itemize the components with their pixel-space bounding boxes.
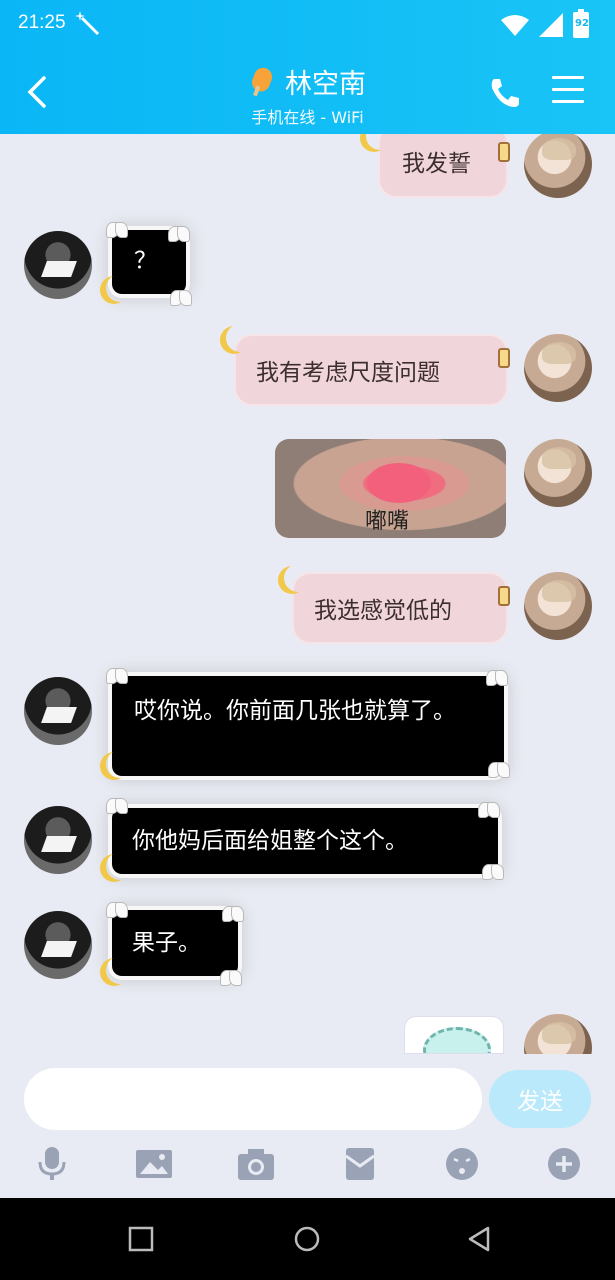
contact-avatar[interactable]: [24, 911, 92, 979]
lantern-icon: [498, 142, 510, 162]
bow-icon: [106, 222, 128, 238]
bow-icon: [222, 906, 244, 922]
nav-back-icon[interactable]: [464, 1224, 494, 1254]
message-text: 果子。: [132, 930, 201, 956]
moon-icon: [226, 324, 254, 352]
image-message[interactable]: 嘟嘴: [275, 439, 506, 538]
popsicle-icon: [252, 67, 273, 96]
bow-icon: [170, 290, 192, 306]
contact-avatar[interactable]: [24, 231, 92, 299]
my-avatar[interactable]: [524, 134, 592, 198]
bow-icon: [488, 762, 510, 778]
magic-wand-icon: [75, 11, 100, 36]
message-bubble[interactable]: 我发誓: [380, 134, 506, 196]
plus-icon[interactable]: [544, 1146, 584, 1182]
bow-icon: [106, 668, 128, 684]
message-bubble[interactable]: 你他妈后面给姐整个这个。: [112, 808, 498, 874]
message-text: 你他妈后面给姐整个这个。: [132, 828, 408, 854]
input-area: 发送: [0, 1054, 615, 1198]
bow-icon: [482, 864, 504, 880]
bow-icon: [220, 970, 242, 986]
message-input[interactable]: [24, 1068, 482, 1130]
my-avatar[interactable]: [524, 1014, 592, 1054]
message-text: 我发誓: [402, 151, 471, 177]
chat-area[interactable]: 我发誓 ？ 我有考虑尺度问题 嘟嘴 我选感觉低的 哎你说。你前面几张也就算了。 …: [0, 134, 615, 1054]
red-packet-icon[interactable]: [340, 1146, 380, 1182]
moon-icon: [106, 852, 134, 880]
bow-icon: [106, 902, 128, 918]
sticker-message[interactable]: [404, 1016, 504, 1054]
my-avatar[interactable]: [524, 334, 592, 402]
message-bubble[interactable]: 我选感觉低的: [294, 574, 506, 642]
my-avatar[interactable]: [524, 439, 592, 507]
bow-icon: [478, 802, 500, 818]
image-caption: 嘟嘴: [365, 509, 410, 534]
home-icon[interactable]: [292, 1224, 322, 1254]
message-text: 我选感觉低的: [314, 598, 452, 624]
top-bar: 21:25 92 林空南 手机在线 - WiFi: [0, 0, 615, 134]
chat-title-block[interactable]: 林空南 手机在线 - WiFi: [0, 62, 615, 128]
message-text: ？: [134, 248, 157, 274]
signal-icon: [539, 13, 563, 37]
recents-icon[interactable]: [126, 1224, 156, 1254]
status-icons: 92: [501, 9, 589, 38]
moon-icon: [106, 750, 134, 778]
message-text: 我有考虑尺度问题: [256, 360, 440, 386]
message-bubble[interactable]: 我有考虑尺度问题: [236, 336, 506, 404]
lips-picture: [367, 463, 431, 503]
image-icon[interactable]: [134, 1146, 174, 1182]
message-bubble[interactable]: 哎你说。你前面几张也就算了。: [112, 676, 504, 776]
moon-icon: [106, 956, 134, 984]
send-button[interactable]: 发送: [489, 1070, 591, 1128]
system-nav-bar: [0, 1198, 615, 1280]
lantern-icon: [498, 348, 510, 368]
contact-avatar[interactable]: [24, 677, 92, 745]
contact-avatar[interactable]: [24, 806, 92, 874]
bow-icon: [486, 670, 508, 686]
lantern-icon: [498, 586, 510, 606]
camera-icon[interactable]: [236, 1146, 276, 1182]
moon-icon: [284, 564, 312, 592]
status-time: 21:25: [18, 12, 66, 33]
wifi-icon: [501, 15, 529, 36]
message-text: 哎你说。你前面几张也就算了。: [134, 698, 456, 724]
contact-name: 林空南: [285, 69, 366, 100]
bow-icon: [168, 226, 190, 242]
menu-icon[interactable]: [552, 76, 584, 106]
microphone-icon[interactable]: [32, 1146, 72, 1182]
emoji-icon[interactable]: [442, 1146, 482, 1182]
bow-icon: [106, 798, 128, 814]
phone-icon[interactable]: [488, 76, 522, 110]
my-avatar[interactable]: [524, 572, 592, 640]
battery-icon: 92: [573, 9, 589, 38]
online-status: 手机在线 - WiFi: [251, 107, 364, 127]
moon-icon: [106, 274, 134, 302]
